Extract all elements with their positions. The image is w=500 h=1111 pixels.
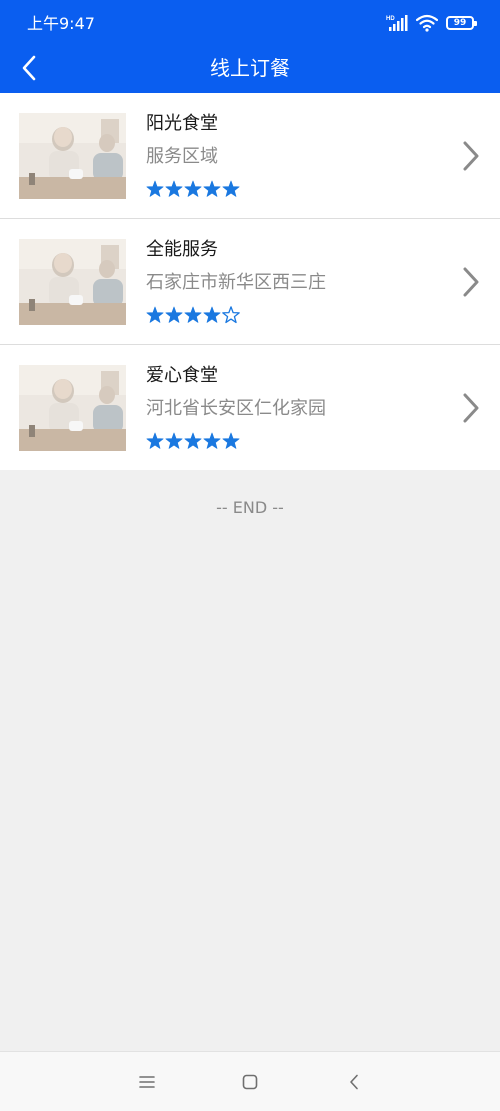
wifi-icon	[416, 14, 438, 32]
canteen-address: 服务区域	[146, 146, 218, 167]
chevron-right-icon	[463, 267, 479, 297]
home-button[interactable]	[238, 1070, 262, 1094]
star-filled-icon	[146, 180, 164, 197]
canteen-name: 爱心食堂	[146, 365, 218, 386]
rating-stars	[146, 180, 240, 197]
canteen-photo	[19, 113, 126, 199]
signal-icon: HD	[386, 15, 408, 31]
back-icon	[350, 1074, 358, 1090]
system-back-button[interactable]	[342, 1070, 366, 1094]
canteen-name: 阳光食堂	[146, 113, 218, 134]
network-label: HD	[386, 16, 395, 22]
status-time: 上午9:47	[27, 14, 95, 33]
star-filled-icon	[146, 432, 164, 449]
star-filled-icon	[222, 432, 240, 449]
rating-stars	[146, 306, 240, 324]
status-bar: 上午9:47 HD 99	[0, 0, 500, 44]
star-filled-icon	[165, 306, 183, 323]
star-filled-icon	[146, 306, 164, 323]
canteen-address: 河北省长安区仁化家园	[146, 398, 326, 419]
star-filled-icon	[203, 432, 221, 449]
star-filled-icon	[184, 306, 202, 323]
chevron-right-icon	[463, 141, 479, 171]
canteen-name: 全能服务	[146, 239, 218, 260]
star-filled-icon	[165, 180, 183, 197]
star-filled-icon	[184, 432, 202, 449]
canteen-photo	[19, 365, 126, 451]
canteen-photo	[19, 239, 126, 325]
menu-button[interactable]	[135, 1070, 159, 1094]
status-icons: HD 99	[386, 12, 477, 34]
chevron-right-icon	[463, 393, 479, 423]
star-filled-icon	[165, 432, 183, 449]
menu-icon	[139, 1076, 155, 1088]
star-filled-icon	[184, 180, 202, 197]
list-item[interactable]: 全能服务 石家庄市新华区西三庄	[0, 219, 500, 345]
battery-level: 99	[453, 18, 467, 28]
canteen-list: 阳光食堂 服务区域 全能服务 石家庄市新华区西三庄 爱心食堂 河北省长安区仁化家…	[0, 93, 500, 470]
star-filled-icon	[203, 306, 221, 323]
battery-icon: 99	[446, 16, 477, 30]
page-title: 线上订餐	[210, 56, 290, 80]
canteen-address: 石家庄市新华区西三庄	[146, 272, 326, 293]
star-filled-icon	[203, 180, 221, 197]
list-item[interactable]: 爱心食堂 河北省长安区仁化家园	[0, 345, 500, 470]
system-nav-bar	[0, 1051, 500, 1111]
rating-stars	[146, 432, 240, 449]
nav-bar: 线上订餐	[0, 44, 500, 93]
home-icon	[242, 1074, 258, 1090]
star-empty-icon	[222, 306, 240, 324]
list-end-label: -- END --	[216, 498, 284, 517]
star-filled-icon	[222, 180, 240, 197]
list-item[interactable]: 阳光食堂 服务区域	[0, 93, 500, 219]
